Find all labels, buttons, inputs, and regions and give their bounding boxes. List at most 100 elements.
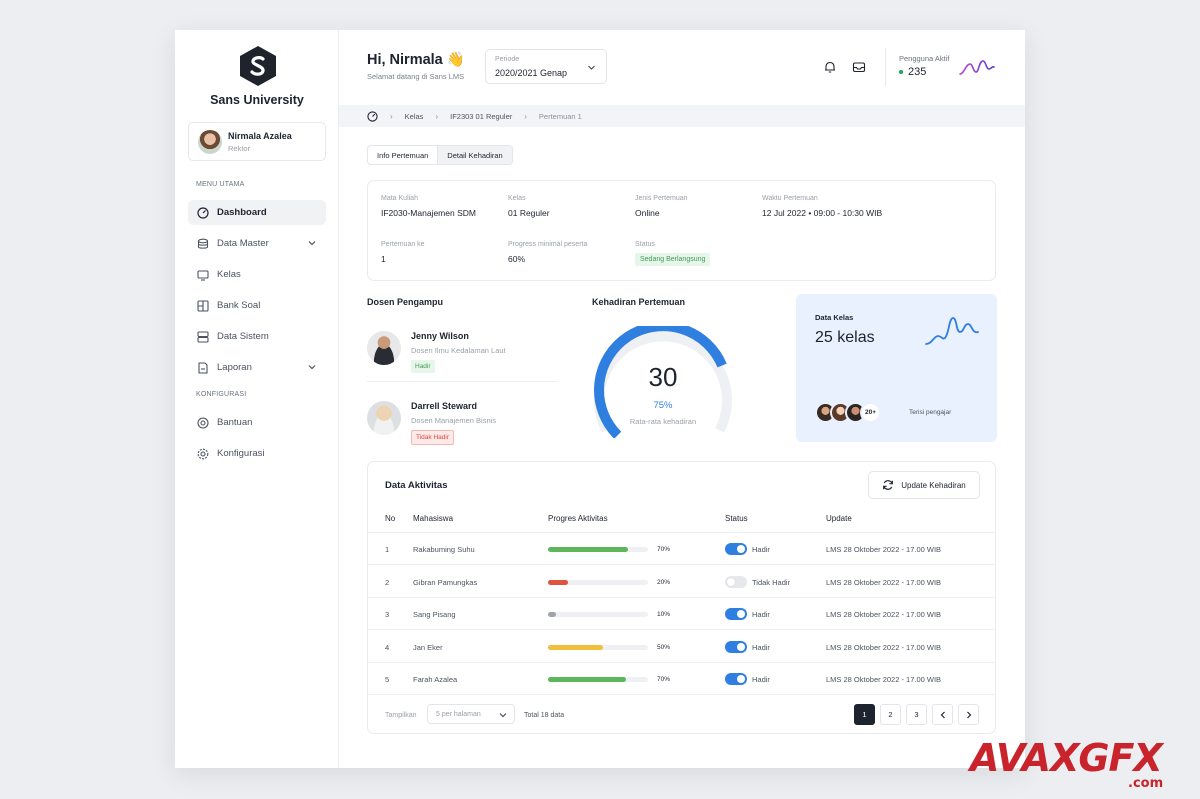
university-name: Sans University	[210, 93, 304, 107]
breadcrumb-item[interactable]: IF2303 01 Reguler	[450, 112, 512, 121]
header-divider	[885, 48, 886, 86]
breadcrumb-item[interactable]: Kelas	[405, 112, 424, 121]
sidebar-item-label: Bank Soal	[217, 300, 261, 311]
table-row: 5 Farah Azalea 70% Hadir LMS 28 Oktober 2022…	[368, 663, 995, 695]
chevron-down-icon	[308, 365, 316, 370]
field-value: 12 Jul 2022 • 09:00 - 10:30 WIB	[762, 208, 883, 218]
toggle-knob	[737, 675, 745, 683]
field-label: Progress minimal peserta	[508, 241, 588, 248]
dosen-name: Jenny Wilson	[411, 331, 469, 341]
progress-bar	[548, 677, 648, 682]
column-header-no: No	[385, 514, 396, 523]
field-jenis-pertemuan: Jenis Pertemuan Online	[635, 195, 688, 218]
profile-name: Nirmala Azalea	[228, 131, 292, 141]
sidebar-item-data-master[interactable]: Data Master	[188, 231, 326, 256]
update-time: LMS 28 Oktober 2022 - 17.00 WIB	[826, 675, 942, 684]
attendance-status: Hadir	[752, 675, 770, 684]
greeting-title: Hi, Nirmala 👋	[367, 52, 465, 68]
page-button-1[interactable]: 1	[854, 704, 875, 725]
dosen-role: Dosen Ilmu Kedalaman Laut	[411, 346, 506, 355]
watermark-suffix: .com	[1128, 776, 1164, 791]
chevron-down-icon	[308, 241, 316, 246]
field-status: Status Sedang Berlangsung	[635, 241, 711, 266]
toggle-knob	[727, 577, 735, 586]
sidebar-item-dashboard[interactable]: Dashboard	[188, 200, 326, 225]
page-button-2[interactable]: 2	[880, 704, 901, 725]
field-label: Pertemuan ke	[381, 241, 425, 248]
sidebar: Sans University Nirmala Azalea Rektor ME…	[175, 30, 339, 768]
config-section-label: KONFIGURASI	[196, 391, 247, 398]
data-kelas-label: Data Kelas	[815, 313, 854, 322]
bank-icon	[197, 299, 209, 312]
field-label: Kelas	[508, 195, 526, 202]
sidebar-item-kelas[interactable]: Kelas	[188, 262, 326, 287]
attendance-value: 30	[648, 362, 678, 392]
show-label: Tampilkan	[385, 712, 417, 719]
meeting-info-card: Mata Kuliah IF2030-Manajemen SDM Kelas 0…	[367, 180, 996, 281]
attendance-toggle[interactable]	[725, 608, 747, 620]
field-label: Status	[635, 241, 655, 248]
progress-fill	[548, 677, 626, 682]
per-page-select[interactable]: 5 per halaman	[427, 704, 515, 724]
attendance-toggle[interactable]	[725, 673, 747, 685]
breadcrumb-separator-icon: ›	[390, 111, 393, 121]
update-time: LMS 28 Oktober 2022 - 17.00 WIB	[826, 610, 942, 619]
column-header-update: Update	[826, 514, 852, 523]
toggle-knob	[737, 642, 745, 651]
tab-detail-kehadiran[interactable]: Detail Kehadiran	[437, 146, 512, 164]
online-dot	[899, 70, 903, 74]
field-value: 60%	[508, 254, 526, 264]
status-badge: Sedang Berlangsung	[635, 253, 711, 266]
bell-icon[interactable]	[823, 60, 837, 74]
page-button-3[interactable]: 3	[906, 704, 927, 725]
server-icon	[197, 330, 209, 343]
next-page-button[interactable]	[958, 704, 979, 725]
watermark-logo: AVAXGFX	[970, 736, 1163, 780]
update-kehadiran-button[interactable]: Update Kehadiran	[868, 471, 980, 499]
kehadiran-title: Kehadiran Pertemuan	[592, 297, 686, 307]
dashboard-icon	[197, 206, 209, 219]
gear-icon	[197, 448, 209, 459]
row-number: 2	[385, 577, 390, 587]
avatar	[367, 331, 401, 365]
dosen-section-title: Dosen Pengampu	[367, 297, 444, 307]
progress-percent: 10%	[657, 611, 671, 618]
update-kehadiran-label: Update Kehadiran	[901, 480, 966, 490]
sidebar-item-bantuan[interactable]: Bantuan	[188, 410, 326, 435]
activity-table-card: Data Aktivitas Update Kehadiran No Mahas…	[367, 461, 996, 734]
attendance-toggle[interactable]	[725, 543, 747, 555]
chevron-down-icon	[499, 713, 507, 718]
tab-info-pertemuan[interactable]: Info Pertemuan	[368, 146, 437, 164]
sidebar-item-bank-soal[interactable]: Bank Soal	[188, 293, 326, 318]
sidebar-item-laporan[interactable]: Laporan	[188, 355, 326, 380]
progress-fill	[548, 612, 556, 617]
progress-percent: 50%	[657, 643, 671, 651]
field-label: Jenis Pertemuan	[635, 195, 688, 202]
menu-section-label: MENU UTAMA	[196, 181, 245, 188]
sidebar-item-konfigurasi[interactable]: Konfigurasi	[188, 441, 326, 466]
inbox-icon[interactable]	[852, 60, 866, 74]
user-profile-card[interactable]: Nirmala Azalea Rektor	[188, 122, 326, 161]
active-users-count: 235	[908, 66, 927, 78]
dosen-item: Darrell Steward Dosen Manajemen Bisnis T…	[367, 401, 557, 445]
data-kelas-caption: Terisi pengajar	[909, 409, 952, 416]
row-number: 5	[385, 675, 390, 684]
attendance-toggle[interactable]	[725, 640, 747, 653]
toggle-knob	[737, 545, 745, 553]
database-icon	[197, 238, 209, 249]
sidebar-item-data-sistem[interactable]: Data Sistem	[188, 324, 326, 349]
chevron-right-icon	[966, 711, 971, 718]
data-kelas-card: Data Kelas 25 kelas 20+ Terisi pengajar	[796, 294, 997, 442]
per-page-value: 5 per halaman	[436, 710, 481, 718]
prev-page-button[interactable]	[932, 704, 953, 725]
report-icon	[198, 361, 208, 374]
periode-select[interactable]: Periode 2020/2021 Genap	[485, 49, 607, 84]
student-name: Gibran Pamungkas	[413, 577, 478, 587]
class-icon	[197, 269, 209, 281]
detail-tabs: Info Pertemuan Detail Kehadiran	[367, 145, 513, 165]
progress-percent: 20%	[657, 578, 671, 586]
dashboard-icon[interactable]	[367, 110, 378, 122]
attendance-toggle[interactable]	[725, 575, 747, 588]
sidebar-item-label: Data Sistem	[217, 331, 269, 342]
attendance-badge: Hadir	[411, 360, 435, 373]
